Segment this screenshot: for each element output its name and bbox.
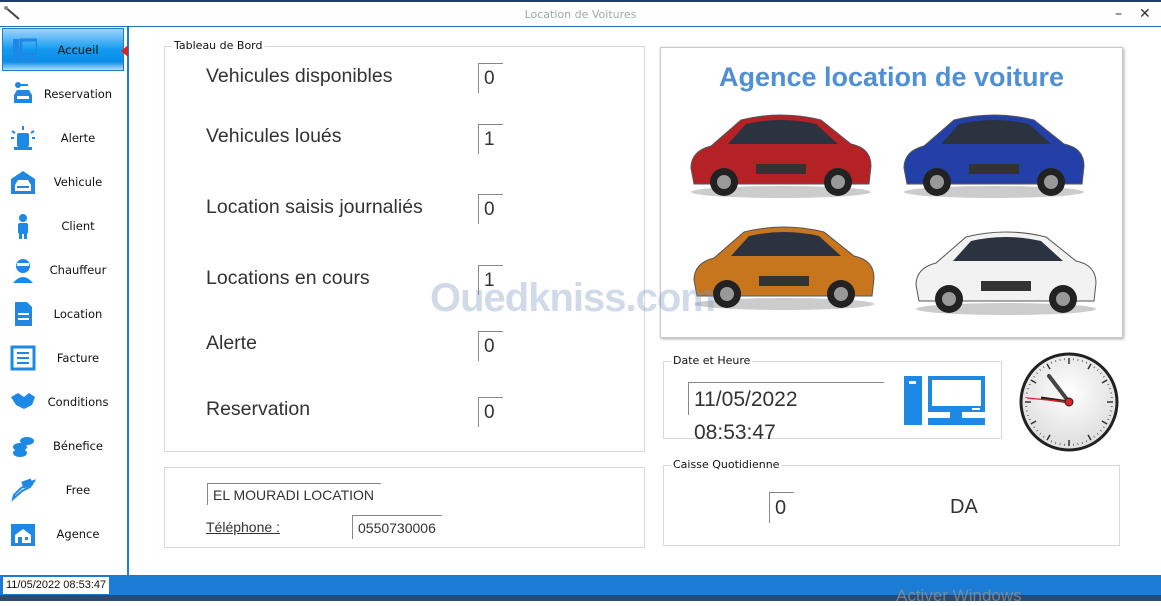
datetime-legend: Date et Heure <box>671 354 752 367</box>
stat-value: 0 <box>478 194 503 224</box>
minimize-button[interactable]: – <box>1115 6 1122 22</box>
sidebar-item-free[interactable]: Free <box>2 468 124 511</box>
datetime-group: Date et Heure 11/05/2022 08:53:47 <box>663 361 1002 439</box>
sidebar-item-vehicule[interactable]: Vehicule <box>2 160 124 203</box>
sidebar-item-facture[interactable]: Facture <box>2 336 124 379</box>
stat-value: 0 <box>478 331 503 361</box>
sidebar-item-label: Accueil <box>33 43 123 57</box>
sidebar-item-label: Client <box>32 219 124 233</box>
active-indicator-icon <box>121 45 128 57</box>
car-image <box>689 218 879 313</box>
sidebar: Accueil Reservation Alerte Vehicule Client Ch… <box>0 27 129 575</box>
sidebar-item-label: Bénefice <box>32 439 124 453</box>
sidebar-item-alerte[interactable]: Alerte <box>2 116 124 159</box>
analog-clock <box>1019 352 1120 453</box>
sidebar-item-label: Conditions <box>32 395 124 409</box>
sidebar-item-label: Reservation <box>32 87 124 101</box>
dashboard-group: Tableau de Bord Vehicules disponibles0Ve… <box>164 46 645 452</box>
watermark: Ouedkniss.com <box>430 276 715 321</box>
sidebar-item-location[interactable]: Location <box>2 292 124 335</box>
stat-label: Reservation <box>206 398 310 421</box>
stat-value: 0 <box>478 397 503 427</box>
sidebar-item-label: Chauffeur <box>32 263 124 277</box>
sidebar-item-bnefice[interactable]: Bénefice <box>2 424 124 467</box>
sidebar-item-label: Location <box>32 307 124 321</box>
status-datetime: 11/05/2022 08:53:47 <box>3 577 109 594</box>
sidebar-item-label: Agence <box>32 527 124 541</box>
sidebar-item-chauffeur[interactable]: Chauffeur <box>2 248 124 291</box>
stat-label: Location saisis journaliés <box>206 196 423 219</box>
stat-label: Vehicules loués <box>206 125 342 148</box>
agency-info-group: EL MOURADI LOCATION Téléphone : 05507300… <box>164 467 645 548</box>
sidebar-item-client[interactable]: Client <box>2 204 124 247</box>
phone-label: Téléphone : <box>206 519 280 535</box>
sidebar-item-label: Free <box>32 483 124 497</box>
agency-name-field[interactable]: EL MOURADI LOCATION <box>207 483 381 505</box>
car-image <box>686 106 876 201</box>
agency-banner: Agence location de voiture <box>660 47 1123 338</box>
sidebar-item-label: Vehicule <box>32 175 124 189</box>
currency-label: DA <box>950 496 978 519</box>
title-bar: Location de Voitures – ✕ <box>0 0 1161 27</box>
sidebar-item-label: Alerte <box>32 131 124 145</box>
window-title: Location de Voitures <box>0 8 1161 21</box>
sidebar-item-accueil[interactable]: Accueil <box>2 28 124 71</box>
phone-field[interactable]: 0550730006 <box>352 515 442 539</box>
stat-label: Vehicules disponibles <box>206 65 392 88</box>
car-image <box>899 106 1089 201</box>
daily-cash-group: Caisse Quotidienne 0 DA <box>663 465 1120 546</box>
daily-cash-legend: Caisse Quotidienne <box>671 458 781 471</box>
stat-value: 1 <box>478 124 503 154</box>
dashboard-legend: Tableau de Bord <box>172 39 265 52</box>
stat-value: 0 <box>478 63 503 93</box>
stat-label: Alerte <box>206 332 257 355</box>
stat-label: Locations en cours <box>206 267 370 290</box>
car-image <box>911 223 1101 318</box>
sidebar-item-agence[interactable]: Agence <box>2 512 124 555</box>
activation-notice: Activer Windows <box>896 586 1022 606</box>
sidebar-item-reservation[interactable]: Reservation <box>2 72 124 115</box>
close-button[interactable]: ✕ <box>1139 6 1151 22</box>
banner-title: Agence location de voiture <box>661 62 1122 93</box>
sidebar-item-conditions[interactable]: Conditions <box>2 380 124 423</box>
daily-cash-value: 0 <box>769 492 794 523</box>
computer-icon <box>904 376 986 426</box>
datetime-field: 11/05/2022 08:53:47 <box>688 382 884 415</box>
sidebar-item-label: Facture <box>32 351 124 365</box>
